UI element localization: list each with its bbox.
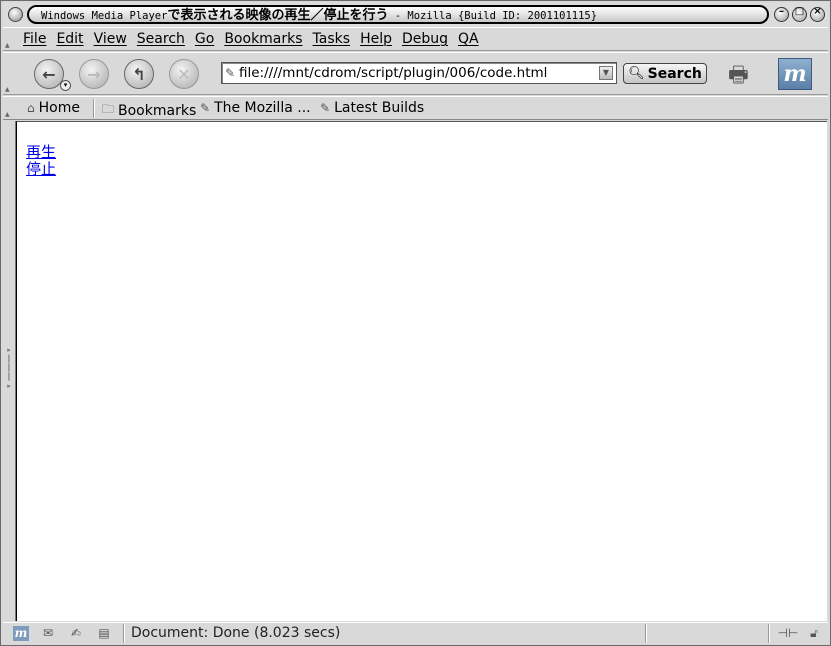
folder-icon: 🗀 bbox=[102, 102, 115, 116]
menu-go[interactable]: Go bbox=[195, 31, 214, 47]
bookmark-mozilla-label: The Mozilla ... bbox=[214, 100, 311, 116]
mozilla-logo-icon[interactable]: m bbox=[778, 58, 812, 90]
mail-icon[interactable]: ✉ bbox=[38, 626, 58, 641]
menu-view[interactable]: View bbox=[94, 31, 127, 47]
security-lock-icon[interactable]: 🔓︎ bbox=[806, 626, 822, 641]
address-book-icon[interactable]: ▤ bbox=[93, 626, 115, 641]
window-title: Windows Media Playerで表示される映像の再生／停止を行う - … bbox=[41, 8, 598, 23]
navbar-grip-icon[interactable] bbox=[3, 53, 15, 95]
magnifier-icon: 🔍︎ bbox=[628, 66, 645, 81]
back-dropdown-icon[interactable]: ▾ bbox=[60, 80, 71, 91]
close-button[interactable]: × bbox=[810, 6, 825, 22]
window-menu-icon[interactable] bbox=[8, 7, 23, 22]
forward-arrow-icon: → bbox=[87, 64, 101, 84]
navigation-toolbar: ← ▾ → ↰ ✕ ✎ ▼ 🔍︎ Search 🖶 m bbox=[3, 52, 828, 95]
bookmark-latest-label: Latest Builds bbox=[334, 100, 425, 116]
sidebar-collapsed: ▸ ┃ ┃ ┃ ▸ bbox=[3, 121, 16, 621]
forward-button[interactable]: → bbox=[79, 59, 109, 89]
bookmark-latest-builds[interactable]: ✎ Latest Builds bbox=[320, 100, 424, 116]
home-label: Home bbox=[38, 100, 80, 116]
title-prefix: Windows Media Player bbox=[41, 10, 168, 22]
url-input[interactable] bbox=[239, 64, 594, 82]
maximize-button[interactable]: □ bbox=[792, 6, 807, 22]
search-button[interactable]: 🔍︎ Search bbox=[623, 63, 707, 84]
menu-search[interactable]: Search bbox=[137, 31, 185, 47]
home-icon: ⌂ bbox=[27, 101, 35, 115]
menu-help[interactable]: Help bbox=[360, 31, 392, 47]
minimize-icon: – bbox=[779, 6, 784, 17]
url-history-dropdown-icon[interactable]: ▼ bbox=[599, 66, 613, 80]
bookmark-mozilla[interactable]: ✎ The Mozilla ... bbox=[200, 100, 311, 116]
sidebar-toggle-icon[interactable]: ▸ ┃ ┃ ┃ ▸ bbox=[5, 346, 13, 396]
bookmark-icon: ✎ bbox=[320, 101, 331, 115]
menu-bookmarks[interactable]: Bookmarks bbox=[224, 31, 302, 47]
composer-icon[interactable]: ✍ bbox=[65, 626, 87, 641]
page-content: 再生 停止 bbox=[16, 121, 827, 621]
bookmarks-folder[interactable]: 🗀 Bookmarks bbox=[102, 100, 196, 121]
maximize-icon: □ bbox=[794, 6, 805, 17]
menu-qa[interactable]: QA bbox=[458, 31, 479, 47]
title-japanese: で表示される映像の再生／停止を行う bbox=[167, 8, 389, 23]
stop-link[interactable]: 停止 bbox=[26, 161, 56, 178]
status-separator bbox=[768, 624, 770, 643]
search-button-label: Search bbox=[647, 65, 702, 82]
page-proxy-icon[interactable]: ✎ bbox=[225, 66, 235, 80]
menu-tasks[interactable]: Tasks bbox=[313, 31, 351, 47]
personal-toolbar: ⌂ Home 🗀 Bookmarks ✎ The Mozilla ... ✎ L… bbox=[3, 96, 828, 120]
title-bar: Windows Media Playerで表示される映像の再生／停止を行う - … bbox=[3, 3, 828, 26]
title-pill[interactable]: Windows Media Playerで表示される映像の再生／停止を行う - … bbox=[27, 5, 769, 24]
url-bar[interactable]: ✎ ▼ bbox=[221, 62, 617, 84]
play-link[interactable]: 再生 bbox=[26, 144, 56, 161]
reload-icon: ↰ bbox=[132, 64, 146, 84]
menu-edit[interactable]: Edit bbox=[56, 31, 83, 47]
menubar-grip-icon[interactable] bbox=[3, 28, 15, 51]
menu-list: File Edit View Search Go Bookmarks Tasks… bbox=[23, 31, 479, 47]
title-suffix: - Mozilla {Build ID: 2001101115} bbox=[388, 10, 598, 22]
close-icon: × bbox=[813, 6, 822, 17]
status-separator bbox=[123, 624, 125, 643]
menu-file[interactable]: File bbox=[23, 31, 46, 47]
menu-debug[interactable]: Debug bbox=[402, 31, 448, 47]
home-button[interactable]: ⌂ Home bbox=[27, 100, 80, 116]
toolbar-separator bbox=[93, 99, 95, 118]
back-arrow-icon: ← bbox=[42, 64, 56, 84]
bookmarks-label: Bookmarks bbox=[118, 102, 197, 119]
status-separator bbox=[645, 624, 647, 643]
print-icon[interactable]: 🖶 bbox=[728, 58, 768, 88]
personalbar-grip-icon[interactable] bbox=[3, 97, 15, 120]
stop-button[interactable]: ✕ bbox=[169, 59, 199, 89]
link-list: 再生 停止 bbox=[26, 144, 56, 178]
stop-icon: ✕ bbox=[177, 64, 191, 84]
navigator-icon[interactable]: m bbox=[13, 626, 29, 641]
minimize-button[interactable]: – bbox=[774, 6, 789, 22]
status-bar: m ✉ ✍ ▤ Document: Done (8.023 secs) ⊣⊢ 🔓… bbox=[3, 622, 828, 643]
online-status-icon[interactable]: ⊣⊢ bbox=[775, 626, 801, 641]
reload-button[interactable]: ↰ bbox=[124, 59, 154, 89]
menu-bar: File Edit View Search Go Bookmarks Tasks… bbox=[3, 27, 828, 51]
bookmark-icon: ✎ bbox=[200, 101, 211, 115]
browser-window: Windows Media Playerで表示される映像の再生／停止を行う - … bbox=[0, 0, 831, 646]
status-text: Document: Done (8.023 secs) bbox=[131, 625, 341, 641]
